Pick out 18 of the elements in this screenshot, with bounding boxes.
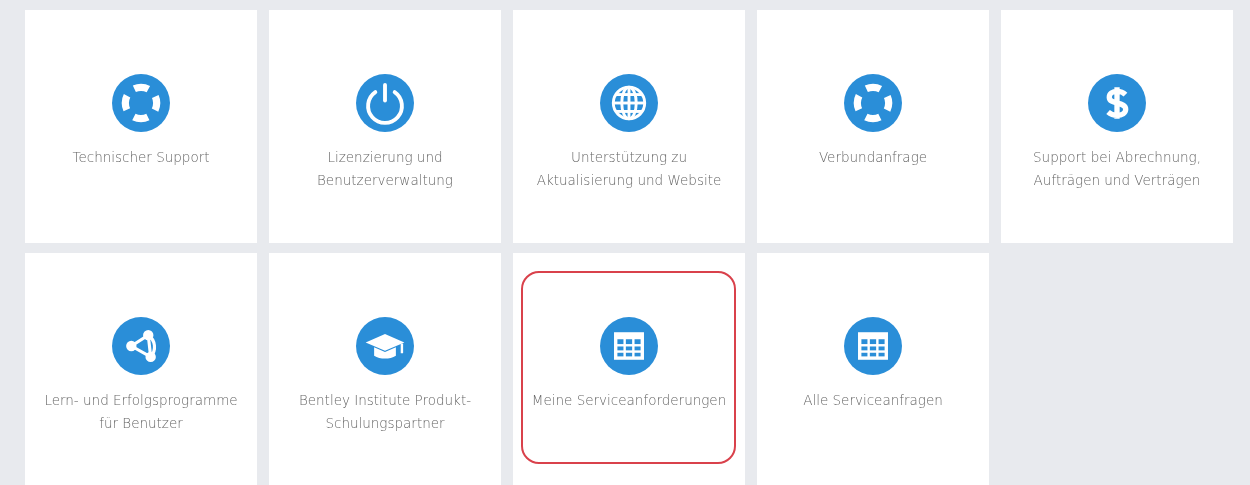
lifebuoy-icon <box>844 74 902 132</box>
service-tile[interactable]: Lizenzierung und Benutzerverwaltung <box>269 10 501 243</box>
network-icon <box>112 317 170 375</box>
globe-icon <box>600 74 658 132</box>
service-tile[interactable]: Technischer Support <box>25 10 257 243</box>
service-tile[interactable]: Meine Serviceanforderungen <box>513 253 745 485</box>
service-tile[interactable]: Support bei Abrechnung, Aufträgen und Verträgen <box>1001 10 1233 243</box>
service-tile[interactable]: Bentley Institute Produkt-Schulungspartner <box>269 253 501 485</box>
table-icon <box>600 317 658 375</box>
service-tile[interactable]: Lern- und Erfolgsprogramme für Benutzer <box>25 253 257 485</box>
service-tile[interactable]: Unterstützung zu Aktualisierung und Website <box>513 10 745 243</box>
service-tile[interactable]: Alle Serviceanfragen <box>757 253 989 485</box>
service-tile[interactable]: Verbundanfrage <box>757 10 989 243</box>
dollar-icon <box>1088 74 1146 132</box>
lifebuoy-icon <box>112 74 170 132</box>
power-icon <box>356 74 414 132</box>
graduation-cap-icon <box>356 317 414 375</box>
table-icon <box>844 317 902 375</box>
